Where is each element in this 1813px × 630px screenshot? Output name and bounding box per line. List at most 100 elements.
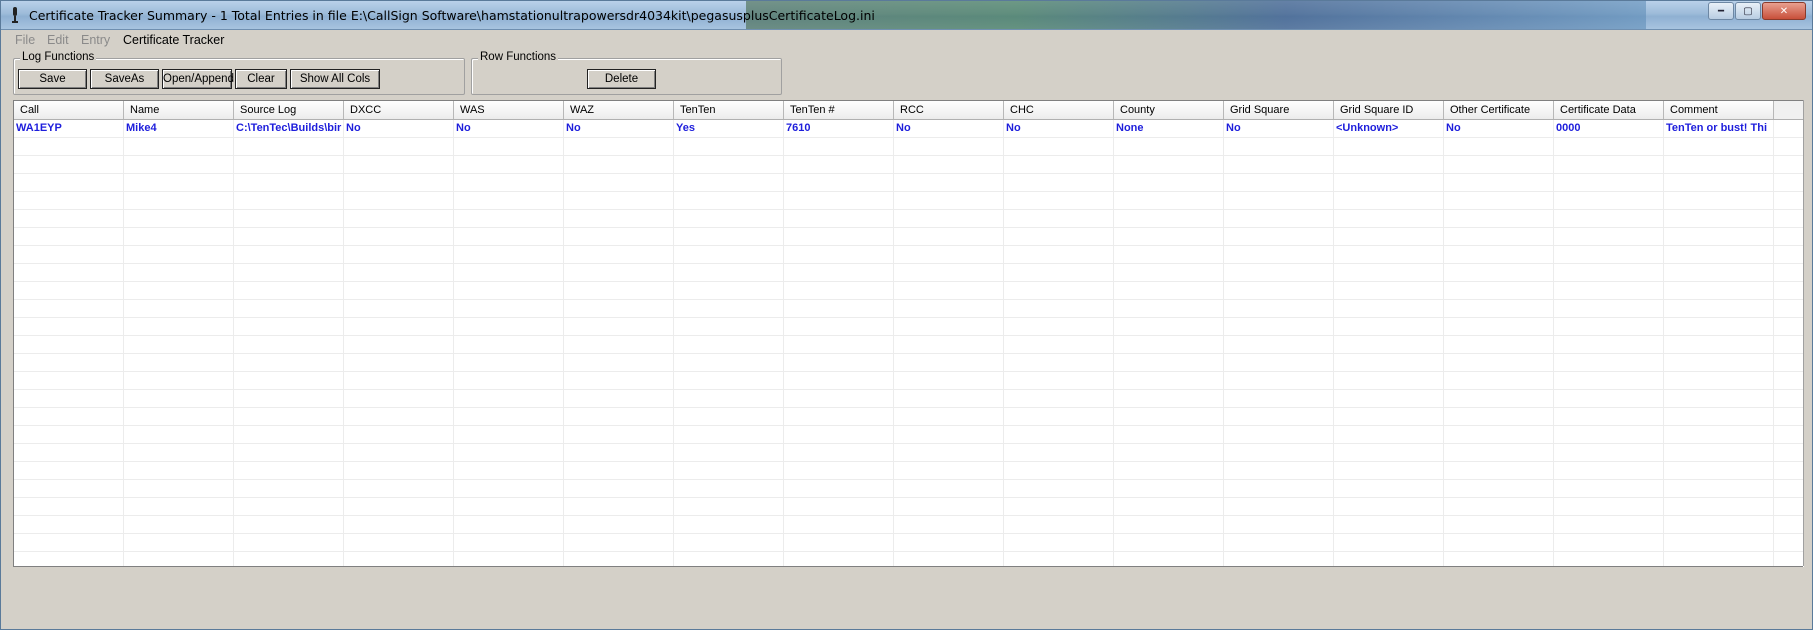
cell-grid-square-id[interactable]: <Unknown> — [1334, 120, 1444, 137]
close-button[interactable]: ✕ — [1762, 2, 1806, 20]
empty-cell — [454, 138, 564, 155]
empty-cell — [234, 192, 344, 209]
empty-cell — [674, 390, 784, 407]
column-header-call[interactable]: Call — [14, 101, 124, 119]
empty-cell — [344, 354, 454, 371]
column-header-grid-square-id[interactable]: Grid Square ID — [1334, 101, 1444, 119]
menu-file[interactable]: File — [15, 33, 35, 47]
column-header-comment[interactable]: Comment — [1664, 101, 1774, 119]
cell-tenten[interactable]: Yes — [674, 120, 784, 137]
empty-cell — [1664, 444, 1774, 461]
cell-call[interactable]: WA1EYP — [14, 120, 124, 137]
empty-cell — [894, 282, 1004, 299]
empty-cell — [1334, 138, 1444, 155]
menu-entry[interactable]: Entry — [81, 33, 110, 47]
empty-cell — [1664, 516, 1774, 533]
cell-tenten-number[interactable]: 7610 — [784, 120, 894, 137]
empty-cell — [1004, 264, 1114, 281]
empty-cell — [344, 534, 454, 551]
table-row[interactable]: WA1EYP Mike4 C:\TenTec\Builds\bir No No … — [14, 120, 1804, 138]
cell-chc[interactable]: No — [1004, 120, 1114, 137]
empty-cell — [1334, 282, 1444, 299]
empty-cell — [454, 534, 564, 551]
open-append-button[interactable]: Open/Append — [162, 69, 234, 89]
menu-certificate-tracker[interactable]: Certificate Tracker — [123, 33, 224, 47]
column-header-name[interactable]: Name — [124, 101, 234, 119]
column-header-chc[interactable]: CHC — [1004, 101, 1114, 119]
clear-button[interactable]: Clear — [235, 69, 287, 89]
empty-cell — [674, 336, 784, 353]
title-bar[interactable]: Certificate Tracker Summary - 1 Total En… — [1, 1, 1812, 30]
empty-cell — [564, 336, 674, 353]
column-header-other-certificate[interactable]: Other Certificate — [1444, 101, 1554, 119]
empty-cell — [1224, 552, 1334, 567]
column-header-tenten[interactable]: TenTen — [674, 101, 784, 119]
empty-row — [14, 480, 1804, 498]
cell-waz[interactable]: No — [564, 120, 674, 137]
save-as-button[interactable]: SaveAs — [90, 69, 159, 89]
empty-cell — [1554, 480, 1664, 497]
empty-cell — [1444, 462, 1554, 479]
cell-was[interactable]: No — [454, 120, 564, 137]
cell-grid-square[interactable]: No — [1224, 120, 1334, 137]
empty-cell — [1114, 336, 1224, 353]
menu-edit[interactable]: Edit — [47, 33, 69, 47]
empty-cell — [1004, 534, 1114, 551]
column-header-tenten-number[interactable]: TenTen # — [784, 101, 894, 119]
cell-county[interactable]: None — [1114, 120, 1224, 137]
column-header-certificate-data[interactable]: Certificate Data — [1554, 101, 1664, 119]
column-header-waz[interactable]: WAZ — [564, 101, 674, 119]
empty-cell — [344, 444, 454, 461]
empty-cell — [1554, 336, 1664, 353]
empty-cell — [1114, 498, 1224, 515]
show-all-cols-button[interactable]: Show All Cols — [290, 69, 380, 89]
empty-cell — [1664, 156, 1774, 173]
empty-cell — [344, 138, 454, 155]
empty-cell — [894, 426, 1004, 443]
cell-other-certificate[interactable]: No — [1444, 120, 1554, 137]
empty-cell — [564, 354, 674, 371]
empty-row — [14, 444, 1804, 462]
empty-cell — [1554, 390, 1664, 407]
delete-button[interactable]: Delete — [587, 69, 656, 89]
empty-cell — [674, 318, 784, 335]
minimize-button[interactable]: ━ — [1708, 2, 1734, 20]
empty-cell — [124, 156, 234, 173]
maximize-button[interactable]: ▢ — [1735, 2, 1761, 20]
empty-cell — [14, 138, 124, 155]
empty-cell — [1554, 462, 1664, 479]
empty-cell — [454, 462, 564, 479]
save-button[interactable]: Save — [18, 69, 87, 89]
log-functions-group: Log Functions Save SaveAs Open/Append Cl… — [13, 51, 465, 95]
empty-cell — [1664, 174, 1774, 191]
empty-cell — [14, 408, 124, 425]
empty-cell — [674, 228, 784, 245]
column-header-source-log[interactable]: Source Log — [234, 101, 344, 119]
cell-comment[interactable]: TenTen or bust! Thi — [1664, 120, 1774, 137]
cell-source-log[interactable]: C:\TenTec\Builds\bir — [234, 120, 344, 137]
column-header-county[interactable]: County — [1114, 101, 1224, 119]
empty-cell — [234, 390, 344, 407]
cell-rcc[interactable]: No — [894, 120, 1004, 137]
column-header-rcc[interactable]: RCC — [894, 101, 1004, 119]
empty-row — [14, 552, 1804, 567]
cell-certificate-data[interactable]: 0000 — [1554, 120, 1664, 137]
empty-cell — [674, 462, 784, 479]
empty-cell — [1224, 498, 1334, 515]
column-header-grid-square[interactable]: Grid Square — [1224, 101, 1334, 119]
certificate-tracker-window: Certificate Tracker Summary - 1 Total En… — [0, 0, 1813, 630]
empty-cell — [1114, 300, 1224, 317]
column-header-was[interactable]: WAS — [454, 101, 564, 119]
grid-header-row: Call Name Source Log DXCC WAS WAZ TenTen… — [14, 101, 1804, 120]
empty-cell — [454, 282, 564, 299]
empty-cell — [344, 462, 454, 479]
cell-dxcc[interactable]: No — [344, 120, 454, 137]
grid-border — [1803, 100, 1804, 566]
cell-name[interactable]: Mike4 — [124, 120, 234, 137]
empty-cell — [1004, 192, 1114, 209]
column-header-dxcc[interactable]: DXCC — [344, 101, 454, 119]
certificate-grid[interactable]: Call Name Source Log DXCC WAS WAZ TenTen… — [13, 100, 1804, 567]
empty-row — [14, 138, 1804, 156]
empty-cell — [1664, 246, 1774, 263]
empty-cell — [1334, 516, 1444, 533]
